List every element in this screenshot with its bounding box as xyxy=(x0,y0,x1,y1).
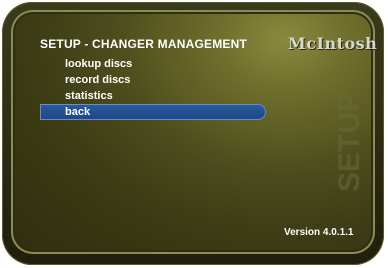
menu-item-back[interactable]: back xyxy=(40,104,266,120)
mcintosh-logo: McIntosh xyxy=(288,34,378,53)
menu-item-record-discs[interactable]: record discs xyxy=(40,72,266,88)
setup-watermark-text: SETUP xyxy=(333,92,366,192)
setup-watermark: SETUP xyxy=(333,92,366,192)
menu-item-lookup-discs[interactable]: lookup discs xyxy=(40,56,266,72)
version-label: Version 4.0.1.1 xyxy=(284,227,354,238)
menu-item-statistics[interactable]: statistics xyxy=(40,88,266,104)
menu-list: lookup discs record discs statistics bac… xyxy=(40,56,266,120)
page-title: SETUP - CHANGER MANAGEMENT xyxy=(40,37,247,51)
